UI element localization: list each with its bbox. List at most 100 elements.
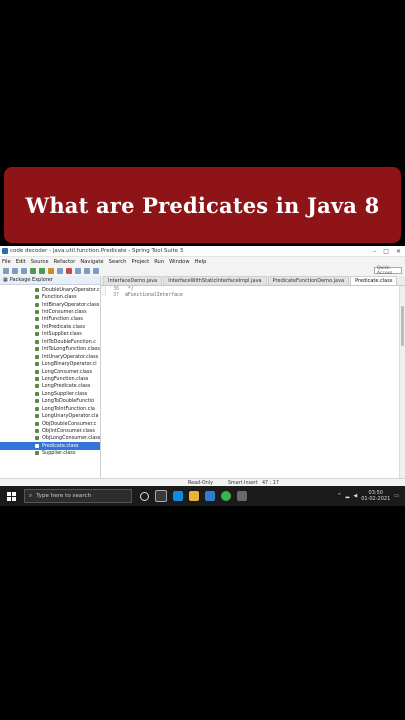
external-tools-icon[interactable] [48,268,54,274]
class-list: DoubleUnaryOperator.c Function.class IntBi… [0,285,100,457]
cortana-icon[interactable] [140,491,149,501]
minimize-icon[interactable]: – [373,248,376,255]
chrome-icon[interactable] [221,491,231,501]
package-item[interactable]: IntToDoubleFunction.c [0,338,100,345]
code-lines: 36 */37@FunctionalInterface38public inte… [101,286,405,478]
menu-help[interactable]: Help [195,259,207,265]
forward-icon[interactable] [93,268,99,274]
search-icon[interactable] [75,268,81,274]
package-item[interactable]: LongBinaryOperator.cl [0,360,100,367]
class-file-icon [35,369,39,374]
menu-source[interactable]: Source [31,259,49,265]
package-item[interactable]: IntPredicate.class [0,323,100,330]
class-file-icon [35,406,39,411]
editor-tab[interactable]: InterfaceDemo.java [103,276,163,285]
class-file-icon [35,399,39,404]
package-item[interactable]: LongConsumer.class [0,368,100,375]
window-title: code decoder - java.util.function.Predic… [10,248,184,254]
package-item[interactable]: LongToDoubleFunctio [0,398,100,405]
menu-project[interactable]: Project [131,259,149,265]
search-placeholder: Type here to search [36,493,92,499]
package-icon: ▦ [3,277,8,283]
editor-tab[interactable]: Predicate.class [350,276,398,285]
package-item[interactable]: LongUnaryOperator.cla [0,412,100,419]
task-view-icon[interactable] [155,490,167,502]
menu-navigate[interactable]: Navigate [80,259,103,265]
package-item[interactable]: IntUnaryOperator.class [0,353,100,360]
taskbar-search-input[interactable]: ⌕ Type here to search [24,489,132,503]
run-icon[interactable] [39,268,45,274]
package-explorer: ▦ Package Explorer DoubleUnaryOperator.c… [0,276,101,478]
menu-edit[interactable]: Edit [16,259,26,265]
package-item-label: Supplier.class [42,450,76,457]
package-explorer-title: Package Explorer [9,277,53,283]
menu-window[interactable]: Window [169,259,189,265]
package-item[interactable]: IntBinaryOperator.class [0,301,100,308]
code-text: */ [125,286,134,292]
new-icon[interactable] [3,268,9,274]
menu-search[interactable]: Search [109,259,127,265]
chevron-up-icon[interactable]: ^ [337,493,341,499]
file-explorer-icon[interactable] [189,491,199,501]
scrollbar-thumb[interactable] [401,306,404,346]
code-area[interactable]: 36 */37@FunctionalInterface38public inte… [101,286,405,478]
package-item-label: LongBinaryOperator.cl [42,361,97,368]
package-item-label: IntConsumer.class [42,309,87,316]
window-titlebar: code decoder - java.util.function.Predic… [0,246,405,257]
package-item[interactable]: ObjIntConsumer.class [0,427,100,434]
package-item[interactable]: Predicate.class [0,442,100,450]
close-icon[interactable]: ✕ [396,248,401,255]
volume-icon[interactable]: ◀ [353,493,357,499]
maximize-icon[interactable]: □ [383,248,389,255]
class-file-icon [35,391,39,396]
save-icon[interactable] [12,268,18,274]
package-item[interactable]: Function.class [0,293,100,300]
package-item[interactable]: LongFunction.class [0,375,100,382]
package-item-label: LongUnaryOperator.cla [42,413,99,420]
class-file-icon [35,295,39,300]
package-item[interactable]: LongToIntFunction.cla [0,405,100,412]
editor-tab[interactable]: PredicateFunctionDemo.java [267,276,350,285]
package-item-label: LongToIntFunction.cla [42,405,95,412]
class-file-icon [35,376,39,381]
package-item[interactable]: LongSupplier.class [0,390,100,397]
package-explorer-tab[interactable]: ▦ Package Explorer [0,276,100,285]
package-item[interactable]: DoubleUnaryOperator.c [0,286,100,293]
menu-run[interactable]: Run [154,259,164,265]
new-class-icon[interactable] [57,268,63,274]
package-item[interactable]: IntToLongFunction.class [0,346,100,353]
package-item[interactable]: LongPredicate.class [0,383,100,390]
class-file-icon [35,324,39,329]
vertical-scrollbar[interactable] [399,286,405,478]
menu-refactor[interactable]: Refactor [54,259,76,265]
back-icon[interactable] [84,268,90,274]
package-item-label: Function.class [42,294,77,301]
stop-icon[interactable] [66,268,72,274]
network-icon[interactable]: ▂ [345,493,349,499]
menu-bar: File Edit Source Refactor Navigate Searc… [0,257,405,266]
class-file-icon [35,443,39,448]
windows-start-icon[interactable] [7,491,16,501]
class-file-icon [35,332,39,337]
package-item[interactable]: ObjLongConsumer.class [0,435,100,442]
package-item[interactable]: ObjDoubleConsumer.c [0,420,100,427]
class-file-icon [35,317,39,322]
package-item[interactable]: Supplier.class [0,450,100,457]
debug-icon[interactable] [30,268,36,274]
package-item[interactable]: IntConsumer.class [0,308,100,315]
taskbar-clock[interactable]: 03:50 01-02-2021 [361,490,390,502]
store-icon[interactable] [205,491,215,501]
windows-taskbar: ⌕ Type here to search ^ ▂ ◀ 03:50 01-02-… [0,486,405,506]
package-item[interactable]: IntSupplier.class [0,331,100,338]
package-item[interactable]: IntFunction.class [0,316,100,323]
edge-icon[interactable] [173,491,183,501]
code-line: 48 [101,296,405,478]
menu-file[interactable]: File [2,259,11,265]
print-icon[interactable] [21,268,27,274]
spring-tool-suite-icon[interactable] [237,491,247,501]
notification-icon[interactable]: ▭ [394,493,399,499]
editor-tab[interactable]: InterfaceWithStaticInterfaceImpl.java [163,276,267,285]
quick-access-input[interactable]: Quick Access [374,266,402,276]
package-item-label: IntToDoubleFunction.c [42,338,96,345]
banner-title: What are Predicates in Java 8 [25,192,380,218]
